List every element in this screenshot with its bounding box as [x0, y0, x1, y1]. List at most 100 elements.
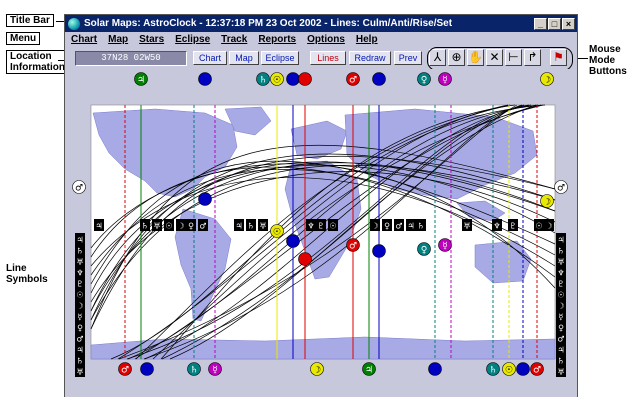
mars-map-marker-badge — [298, 252, 312, 266]
menu-eclipse[interactable]: Eclipse — [175, 34, 210, 45]
mouse-mode-bracket — [427, 47, 573, 71]
uranus-bottom-symbol-badge — [428, 362, 442, 376]
left-line-symbol: ☉ — [76, 291, 83, 300]
callout-line-symbols: Line Symbols — [6, 263, 48, 285]
lines-button[interactable]: Lines — [310, 51, 346, 65]
right-line-symbol: ♃ — [557, 236, 564, 245]
close-button[interactable]: × — [562, 17, 575, 30]
chart-button[interactable]: Chart — [193, 51, 227, 65]
right-line-symbol: ♃ — [557, 346, 564, 355]
uranus-map-marker-badge — [286, 234, 300, 248]
callout-title-bar: Title Bar — [6, 14, 54, 27]
title-bar[interactable]: Solar Maps: AstroClock - 12:37:18 PM 23 … — [65, 15, 577, 32]
equator-line-symbol: ☉ — [165, 222, 172, 231]
equator-line-symbol: ♅ — [153, 222, 160, 231]
left-line-symbol: ♄ — [76, 247, 83, 256]
neptune-map-marker-2-badge — [372, 244, 386, 258]
app-globe-icon — [68, 17, 80, 30]
neptune-bottom-symbol-2-badge — [516, 362, 530, 376]
equator-line-symbol: ♅ — [463, 222, 470, 231]
equator-line-symbol: ♃ — [235, 222, 242, 231]
menu-stars[interactable]: Stars — [139, 34, 164, 45]
location-display: 37N28 02W50 — [75, 51, 187, 66]
left-line-symbol: ☽ — [76, 302, 83, 311]
eclipse-button[interactable]: Eclipse — [261, 51, 299, 65]
map-button[interactable]: Map — [229, 51, 259, 65]
map-area[interactable]: ♃ ♄ ☉ ♂ ♀ ☿ ☽ ♂ ♄ ☿ ☽ ♃ ♄ ☉ ♂ ☉ ♂ ♀ ☿ ☽ ♂ ♂ ♃ ♄ ♅ ☉ ☽ ♀ ♂ ♃ ♄ ♅ ♆ ♇ ☉ ☽ ♀ ♂ ♃ ♄… — [65, 69, 577, 397]
equator-line-symbol: ♄ — [247, 222, 254, 231]
right-line-symbol: ♄ — [557, 357, 564, 366]
menu-chart[interactable]: Chart — [71, 34, 97, 45]
callout-menu: Menu — [6, 32, 41, 45]
saturn-bottom-symbol: ♄ — [190, 366, 198, 376]
menu-options[interactable]: Options — [307, 34, 345, 45]
right-line-symbol: ♅ — [557, 258, 564, 267]
equator-line-symbol: ♆ — [307, 222, 314, 231]
right-line-symbol: ♄ — [557, 247, 564, 256]
equator-line-symbol: ♅ — [259, 222, 266, 231]
mercury-map-marker: ☿ — [442, 242, 448, 252]
callout-line-symbols-line2: Symbols — [6, 274, 48, 285]
left-line-symbol: ♄ — [76, 357, 83, 366]
jupiter-bottom-symbol: ♃ — [365, 366, 373, 376]
right-line-symbol: ☿ — [559, 313, 564, 322]
mars-left-edge-symbol: ♂ — [75, 184, 83, 194]
equator-line-symbol: ☽ — [371, 222, 378, 231]
moon-symbol: ☽ — [543, 76, 551, 86]
right-line-symbol: ♂ — [557, 335, 564, 344]
equator-line-symbol: ♀ — [188, 222, 194, 231]
jupiter-symbol: ♃ — [137, 76, 145, 86]
equator-line-symbol: ☽ — [545, 222, 552, 231]
minimize-button[interactable]: _ — [534, 17, 547, 30]
left-line-symbol: ♂ — [76, 335, 83, 344]
antarctica — [90, 336, 556, 360]
right-line-symbol: ☽ — [557, 302, 564, 311]
right-line-symbol: ♆ — [557, 269, 564, 278]
equator-line-symbol: ♃ — [95, 222, 102, 231]
left-line-symbol: ♆ — [76, 269, 83, 278]
equator-line-symbol: ☉ — [535, 222, 542, 231]
right-line-symbol: ♅ — [557, 368, 564, 377]
left-line-symbol: ♃ — [76, 236, 83, 245]
callout-mouse-line3: Buttons — [589, 66, 627, 77]
equator-line-symbol: ♄ — [417, 222, 424, 231]
left-line-symbol: ♃ — [76, 346, 83, 355]
mercury-bottom-symbol: ☿ — [212, 366, 218, 376]
callout-mouse-line2: Mode — [589, 55, 616, 66]
sun-map-marker: ☉ — [273, 228, 281, 238]
world-map[interactable]: ♃ ♄ ☉ ♂ ♀ ☿ ☽♂ ♄ ☿ ☽ ♃ ♄ ☉ ♂☉♂ ♀ ☿☽♂ ♂♃ ♄ ♅ ☉ ☽ ♀ ♂ ♃ ♄ ♅ ♆ ♇ ☉ ☽ ♀ ♂ ♃ ♄… — [65, 69, 577, 397]
menu-track[interactable]: Track — [221, 34, 247, 45]
equator-line-symbol: ♇ — [509, 222, 516, 231]
venus-symbol: ♀ — [421, 76, 428, 86]
uranus-symbol-badge — [286, 72, 300, 86]
moon-bottom-symbol: ☽ — [313, 366, 321, 376]
equator-line-symbol: ♆ — [493, 222, 500, 231]
right-line-symbol: ☉ — [557, 291, 564, 300]
left-line-symbol: ♀ — [77, 324, 83, 333]
redraw-button[interactable]: Redraw — [349, 51, 391, 65]
left-line-symbol: ♅ — [76, 368, 83, 377]
right-line-symbol: ♀ — [558, 324, 564, 333]
equator-line-symbol: ♇ — [317, 222, 324, 231]
maximize-button[interactable]: □ — [548, 17, 561, 30]
neptune-symbol-badge — [198, 72, 212, 86]
callout-location-line2: Information — [10, 62, 65, 73]
menu-help[interactable]: Help — [356, 34, 378, 45]
neptune-anti-symbol-badge — [372, 72, 386, 86]
equator-line-symbol: ♄ — [141, 222, 148, 231]
menu-bar: Chart Map Stars Eclipse Track Reports Op… — [65, 32, 577, 47]
equator-line-symbol: ☽ — [177, 222, 184, 231]
saturn-bottom-symbol-2: ♄ — [489, 366, 497, 376]
equator-line-symbol: ☉ — [329, 222, 336, 231]
saturn-symbol: ♄ — [259, 76, 267, 86]
equator-line-symbol: ♂ — [395, 222, 402, 231]
menu-map[interactable]: Map — [108, 34, 128, 45]
moon-map-marker: ☽ — [543, 198, 551, 208]
menu-reports[interactable]: Reports — [258, 34, 296, 45]
left-line-symbol: ♇ — [76, 280, 83, 289]
prev-button[interactable]: Prev — [394, 51, 422, 65]
left-line-symbol: ♅ — [76, 258, 83, 267]
mars-map-marker-2: ♂ — [349, 242, 357, 252]
equator-line-symbol: ♂ — [199, 222, 206, 231]
callout-mouse-mode: Mouse Mode Buttons — [589, 44, 627, 77]
